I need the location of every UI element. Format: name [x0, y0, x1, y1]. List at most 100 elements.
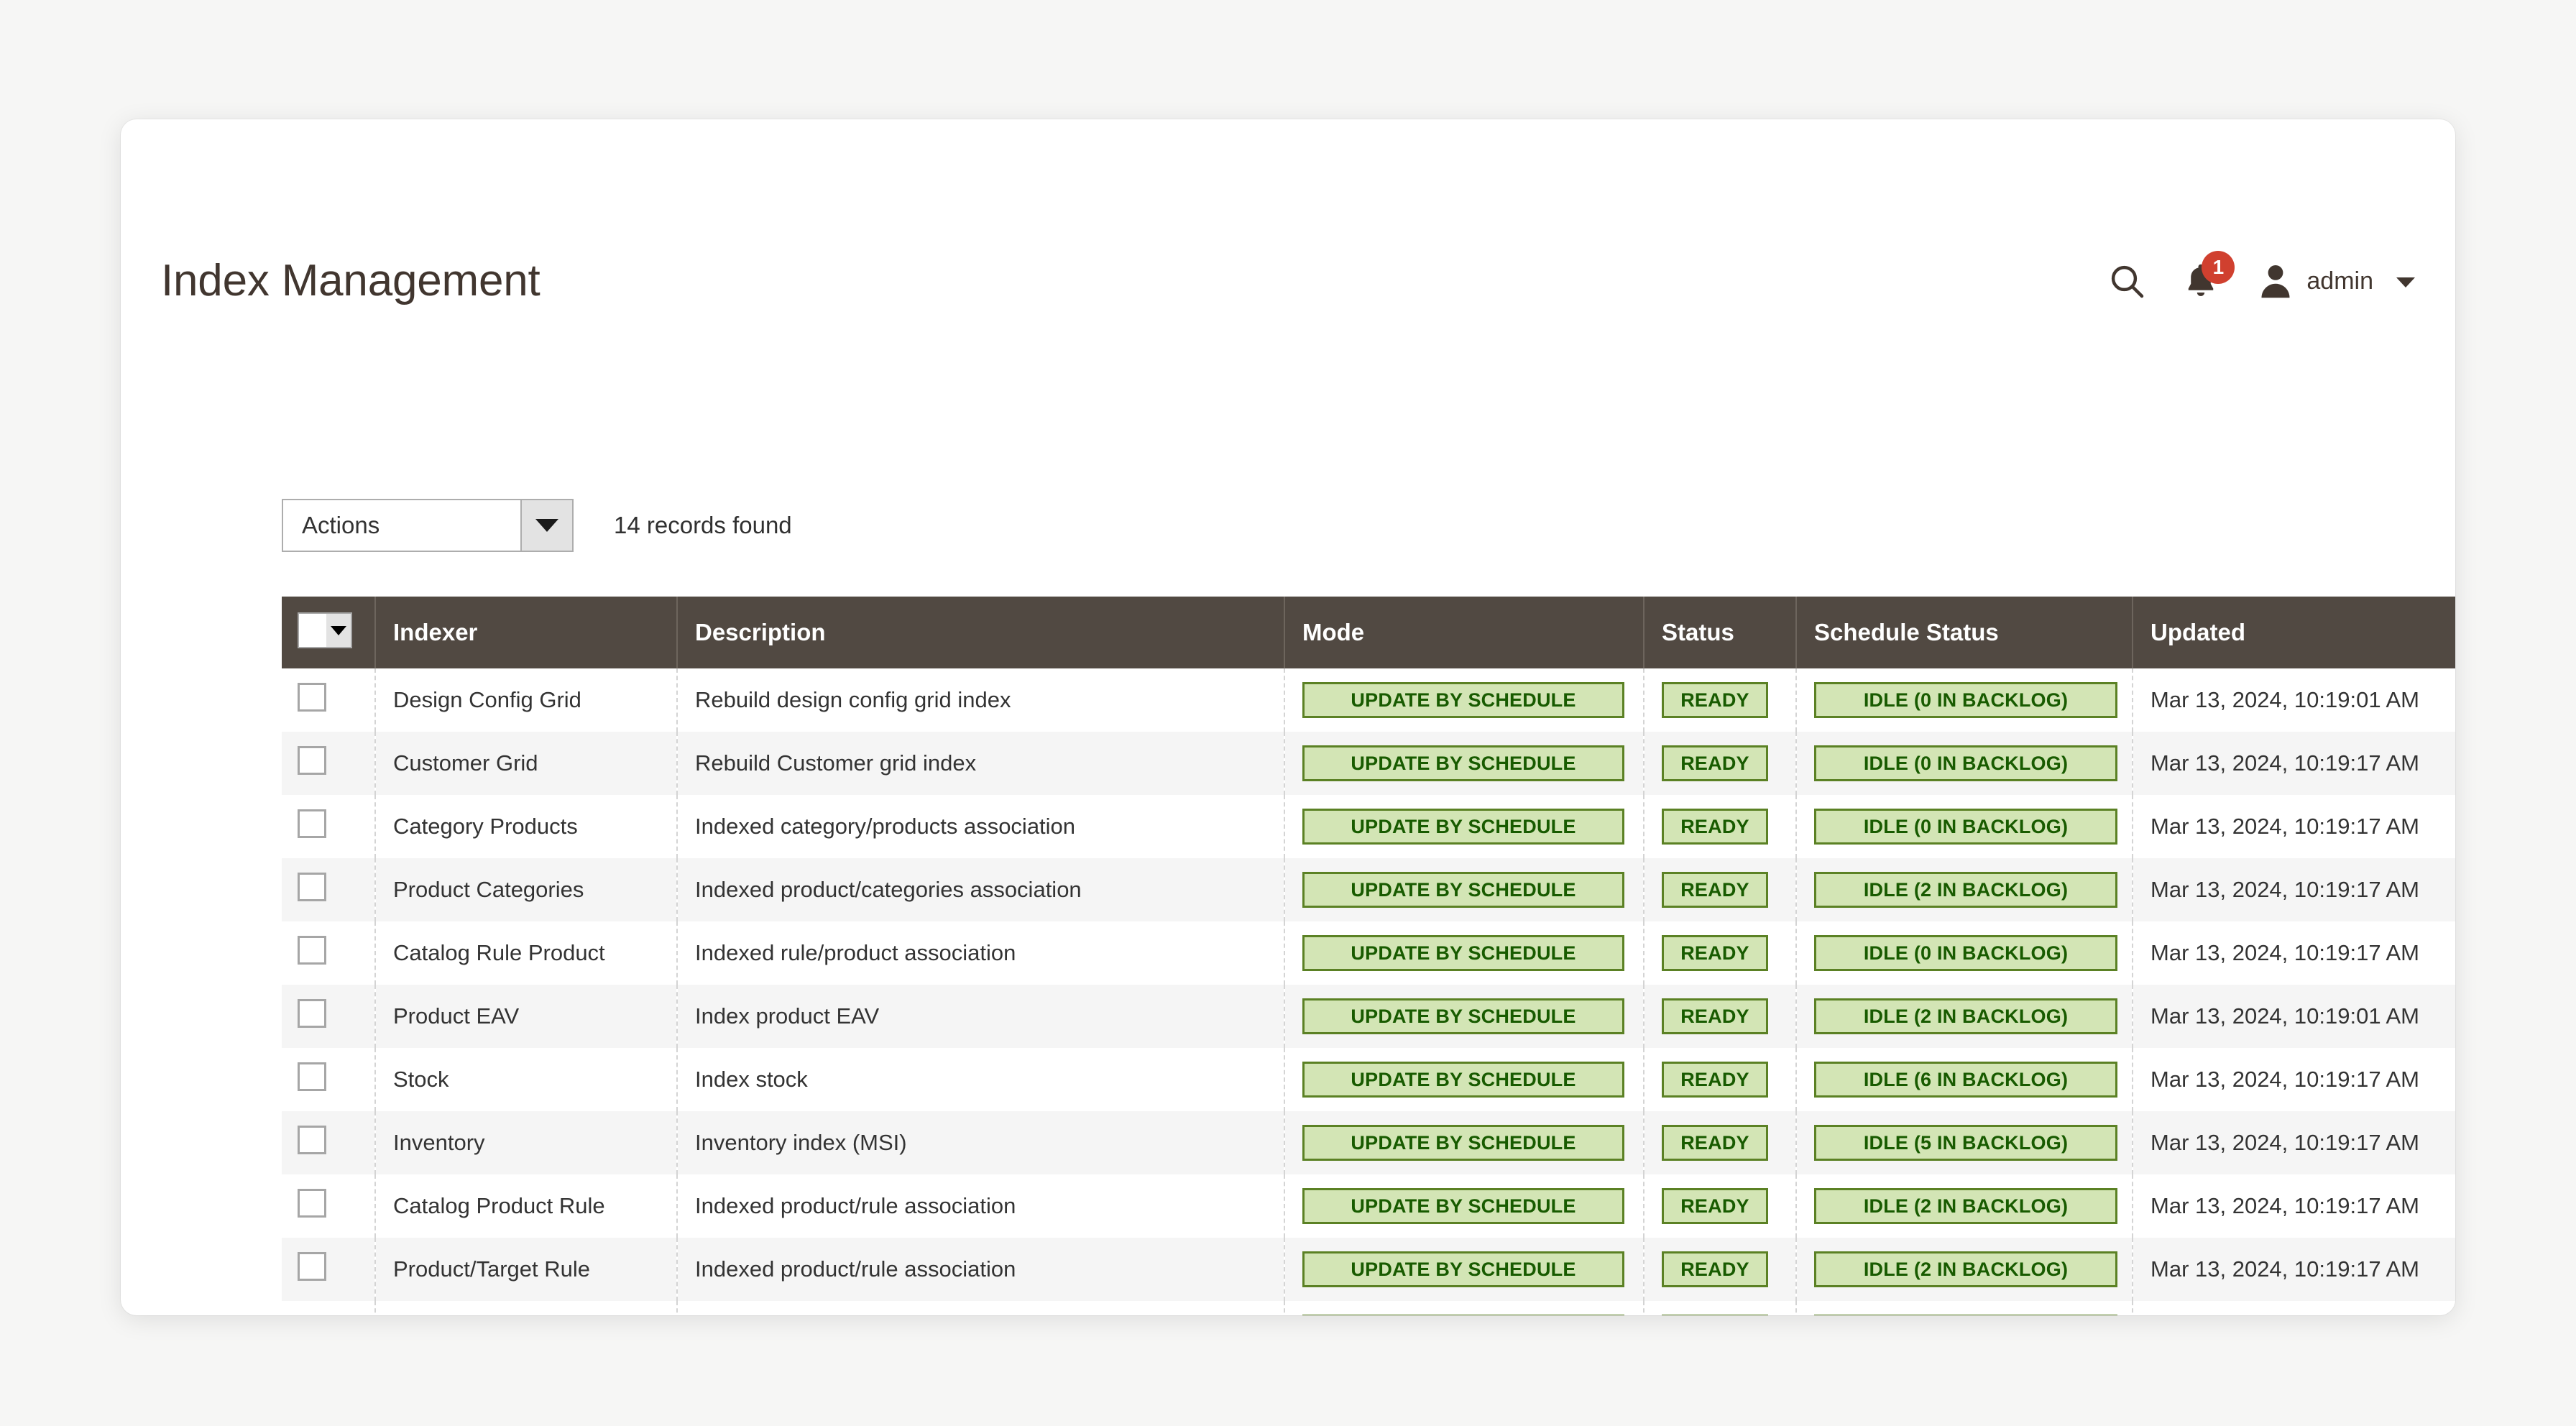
row-select-cell[interactable] — [282, 1238, 376, 1301]
notifications-button[interactable]: 1 — [2161, 247, 2240, 316]
cell-updated: Mar 13, 2024, 10:19:17 AM — [2133, 732, 2455, 795]
cell-schedule-status: IDLE (2 IN BACKLOG) — [1796, 985, 2133, 1048]
cell-schedule-status: IDLE (0 IN BACKLOG) — [1796, 668, 2133, 732]
cell-indexer: Customer Grid — [375, 732, 678, 795]
row-checkbox[interactable] — [298, 1189, 326, 1218]
user-menu[interactable]: admin — [2258, 262, 2415, 300]
row-select-cell[interactable] — [282, 668, 376, 732]
cell-updated: Mar 13, 2024, 10:19:17 AM — [2133, 921, 2455, 985]
table-row[interactable]: Catalog Product Rule Indexed product/rule… — [282, 1174, 2455, 1238]
select-all-dropdown-icon[interactable] — [298, 612, 352, 648]
status-badge: READY — [1662, 935, 1768, 971]
row-checkbox[interactable] — [298, 683, 326, 712]
notification-count-badge: 1 — [2202, 251, 2235, 284]
page-title: Index Management — [161, 256, 540, 305]
cell-schedule-status: IDLE (5 IN BACKLOG) — [1796, 1111, 2133, 1174]
cell-indexer: Target Rule/Product — [375, 1301, 678, 1315]
cell-updated: Mar 13, 2024, 10:19:17 AM — [2133, 795, 2455, 858]
row-select-cell[interactable] — [282, 1048, 376, 1111]
cell-updated: Mar 13, 2024, 10:19:01 AM — [2133, 668, 2455, 732]
mode-badge[interactable]: UPDATE BY SCHEDULE — [1302, 935, 1624, 971]
cell-mode: UPDATE BY SCHEDULE — [1284, 1174, 1644, 1238]
cell-status: READY — [1644, 1301, 1797, 1315]
column-header-status[interactable]: Status — [1644, 597, 1797, 668]
chevron-down-icon — [2396, 277, 2415, 288]
table-row[interactable]: Customer Grid Rebuild Customer grid index… — [282, 732, 2455, 795]
row-select-cell[interactable] — [282, 858, 376, 921]
table-row[interactable]: Catalog Rule Product Indexed rule/product… — [282, 921, 2455, 985]
cell-status: READY — [1644, 858, 1797, 921]
row-checkbox[interactable] — [298, 809, 326, 838]
admin-page-card: Index Management 1 admin Actions 14 reco… — [121, 119, 2455, 1315]
column-header-schedule-status[interactable]: Schedule Status — [1796, 597, 2133, 668]
cell-mode: UPDATE BY SCHEDULE — [1284, 858, 1644, 921]
column-header-mode[interactable]: Mode — [1284, 597, 1644, 668]
cell-mode: UPDATE BY SCHEDULE — [1284, 921, 1644, 985]
column-header-updated[interactable]: Updated — [2133, 597, 2455, 668]
row-select-cell[interactable] — [282, 1301, 376, 1315]
row-select-cell[interactable] — [282, 1111, 376, 1174]
cell-status: READY — [1644, 732, 1797, 795]
row-select-cell[interactable] — [282, 795, 376, 858]
row-checkbox[interactable] — [298, 1126, 326, 1154]
screen: Index Management 1 admin Actions 14 reco… — [0, 0, 2576, 1426]
row-select-cell[interactable] — [282, 921, 376, 985]
row-checkbox[interactable] — [298, 999, 326, 1028]
mode-badge[interactable]: UPDATE BY SCHEDULE — [1302, 809, 1624, 845]
mode-badge[interactable]: UPDATE BY SCHEDULE — [1302, 1188, 1624, 1224]
row-checkbox[interactable] — [298, 1252, 326, 1281]
cell-schedule-status: IDLE (2 IN BACKLOG) — [1796, 1238, 2133, 1301]
status-badge: READY — [1662, 1251, 1768, 1287]
schedule-status-badge: IDLE (0 IN BACKLOG) — [1814, 682, 2117, 718]
select-all-arrow[interactable] — [326, 614, 351, 647]
mode-badge[interactable]: UPDATE BY SCHEDULE — [1302, 998, 1624, 1034]
row-checkbox[interactable] — [298, 873, 326, 901]
table-row[interactable]: Target Rule/ProductIndexed rule/product … — [282, 1301, 2455, 1315]
column-header-description[interactable]: Description — [677, 597, 1285, 668]
mode-badge[interactable]: UPDATE BY SCHEDULE — [1302, 1125, 1624, 1161]
row-select-cell[interactable] — [282, 1174, 376, 1238]
mode-badge[interactable]: UPDATE BY SCHEDULE — [1302, 872, 1624, 908]
cell-status: READY — [1644, 668, 1797, 732]
row-checkbox[interactable] — [298, 936, 326, 965]
cell-description: Indexed product/rule association — [677, 1174, 1285, 1238]
cell-description: Inventory index (MSI) — [677, 1111, 1285, 1174]
table-row[interactable]: Design Config Grid Rebuild design config … — [282, 668, 2455, 732]
cell-schedule-status: IDLE (2 IN BACKLOG) — [1796, 858, 2133, 921]
cell-description: Indexed product/categories association — [677, 858, 1285, 921]
cell-mode: UPDATE BY SCHEDULE — [1284, 1238, 1644, 1301]
row-select-cell[interactable] — [282, 985, 376, 1048]
select-all-checkbox[interactable] — [299, 614, 326, 647]
table-row[interactable]: Stock Index stock UPDATE BY SCHEDULE READY I… — [282, 1048, 2455, 1111]
column-header-select-all[interactable] — [282, 597, 376, 668]
search-icon[interactable] — [2092, 247, 2161, 316]
status-badge: READY — [1662, 998, 1768, 1034]
cell-status: READY — [1644, 921, 1797, 985]
cell-schedule-status: IDLE (0 IN BACKLOG) — [1796, 732, 2133, 795]
status-badge: READY — [1662, 809, 1768, 845]
table-row[interactable]: Product Categories Indexed product/catego… — [282, 858, 2455, 921]
cell-schedule-status: IDLE (0 IN BACKLOG) — [1796, 1301, 2133, 1315]
row-checkbox[interactable] — [298, 1062, 326, 1091]
cell-indexer: Product/Target Rule — [375, 1238, 678, 1301]
column-header-indexer[interactable]: Indexer — [375, 597, 678, 668]
actions-select[interactable]: Actions — [282, 499, 574, 552]
grid-toolbar: Actions 14 records found — [282, 499, 792, 552]
mode-badge[interactable]: UPDATE BY SCHEDULE — [1302, 1251, 1624, 1287]
row-checkbox[interactable] — [298, 746, 326, 775]
status-badge: READY — [1662, 1125, 1768, 1161]
cell-status: READY — [1644, 985, 1797, 1048]
mode-badge[interactable]: UPDATE BY SCHEDULE — [1302, 1062, 1624, 1098]
cell-indexer: Catalog Rule Product — [375, 921, 678, 985]
actions-select-label: Actions — [302, 512, 380, 538]
table-row[interactable]: Product/Target Rule Indexed product/rule … — [282, 1238, 2455, 1301]
cell-indexer: Product Categories — [375, 858, 678, 921]
row-select-cell[interactable] — [282, 732, 376, 795]
mode-badge[interactable]: UPDATE BY SCHEDULE — [1302, 682, 1624, 718]
table-row[interactable]: Product EAV Index product EAV UPDATE BY SC… — [282, 985, 2455, 1048]
table-row[interactable]: Category Products Indexed category/produc… — [282, 795, 2455, 858]
mode-badge[interactable]: UPDATE BY SCHEDULE — [1302, 745, 1624, 781]
table-row[interactable]: Inventory Inventory index (MSI) UPDATE BY … — [282, 1111, 2455, 1174]
user-name-label: admin — [2306, 267, 2373, 295]
schedule-status-badge: IDLE (2 IN BACKLOG) — [1814, 998, 2117, 1034]
